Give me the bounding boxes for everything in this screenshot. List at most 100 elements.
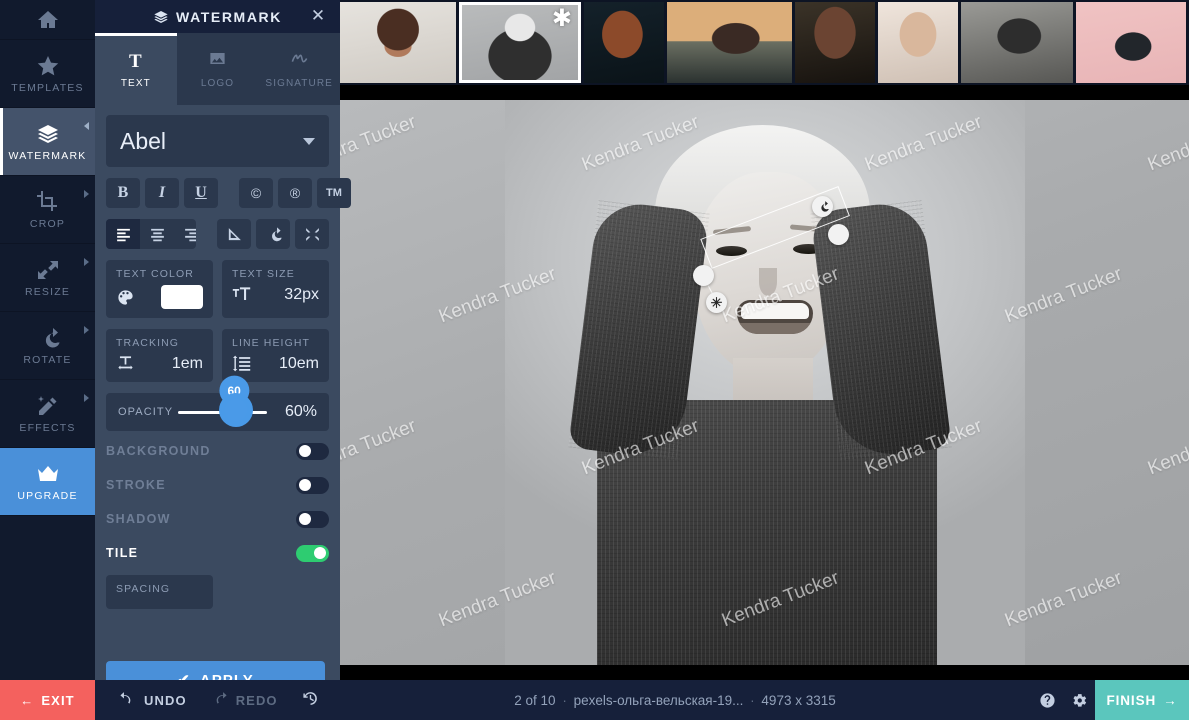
tracking-label: TRACKING — [116, 337, 180, 349]
copyright-button[interactable]: © — [239, 178, 273, 208]
tab-logo[interactable]: LOGO — [176, 33, 259, 105]
signature-icon — [290, 49, 309, 71]
thumbnail-image — [878, 2, 958, 83]
italic-button[interactable]: I — [145, 178, 179, 208]
thumbnail-8[interactable] — [1076, 2, 1186, 83]
exit-button[interactable]: ← EXIT — [0, 680, 95, 720]
registered-button[interactable]: ® — [278, 178, 312, 208]
sidebar-item-resize[interactable]: RESIZE — [0, 244, 95, 312]
thumbnail-badge: ✱ — [551, 5, 572, 32]
watermark-tabs: T TEXT LOGO SIGNATURE — [95, 33, 341, 105]
watermark-text: Kendra Tucker — [340, 415, 419, 480]
skew-button[interactable] — [217, 219, 251, 249]
text-size-card[interactable]: TEXT SIZE 32px — [222, 260, 329, 318]
chevron-right-icon — [84, 394, 89, 402]
line-height-value: 10em — [278, 354, 319, 372]
line-height-label: LINE HEIGHT — [232, 337, 311, 349]
undo-icon — [119, 690, 136, 710]
left-sidebar: TEMPLATES WATERMARK CROP RESIZE ROTATE E… — [0, 0, 95, 680]
thumbnail-4[interactable] — [667, 2, 792, 83]
sidebar-item-watermark[interactable]: WATERMARK — [0, 108, 95, 176]
thumbnail-5[interactable] — [795, 2, 875, 83]
edited-photo[interactable]: Kendra Tucker Kendra Tucker Kendra Tucker K… — [340, 100, 1189, 665]
spacing-label: SPACING — [116, 583, 171, 595]
undo-button[interactable]: UNDO — [119, 690, 187, 710]
close-icon[interactable]: ✕ — [309, 7, 327, 25]
redo-label: REDO — [235, 692, 278, 708]
star-icon — [35, 53, 61, 79]
help-button[interactable] — [1031, 680, 1063, 720]
thumbnail-2[interactable]: ✱ — [459, 2, 581, 83]
tracking-card[interactable]: TRACKING 1em — [106, 329, 213, 382]
opacity-knob[interactable] — [219, 393, 253, 427]
sidebar-item-effects[interactable]: EFFECTS — [0, 380, 95, 448]
image-icon — [208, 49, 227, 71]
trademark-button[interactable]: TM — [317, 178, 351, 208]
align-center-button[interactable] — [140, 219, 174, 249]
text-style-buttons: B I U © ® TM — [106, 178, 351, 208]
thumbnail-6[interactable] — [878, 2, 958, 83]
thumbnail-3[interactable] — [584, 2, 664, 83]
redo-icon — [211, 690, 228, 710]
thumbnail-image — [584, 2, 664, 83]
crop-icon — [35, 189, 61, 215]
panel-body: Abel B I U © ® TM TEXT COLOR TEXT SIZE 3… — [95, 105, 351, 713]
exit-label: EXIT — [41, 692, 75, 708]
sidebar-item-home[interactable] — [0, 0, 95, 40]
sidebar-item-upgrade[interactable]: UPGRADE — [0, 448, 95, 516]
text-color-swatch[interactable] — [161, 285, 203, 309]
toggle-switch-background[interactable] — [296, 442, 329, 460]
rotate-button[interactable] — [256, 219, 290, 249]
thumbnail-image — [961, 2, 1073, 83]
sidebar-item-templates[interactable]: TEMPLATES — [0, 40, 95, 108]
underline-button[interactable]: U — [184, 178, 218, 208]
image-editor-app: TEMPLATES WATERMARK CROP RESIZE ROTATE E… — [0, 0, 1189, 720]
sidebar-item-rotate[interactable]: ROTATE — [0, 312, 95, 380]
palette-icon — [116, 288, 135, 307]
opacity-label: OPACITY — [118, 406, 174, 418]
tab-text[interactable]: T TEXT — [95, 33, 177, 105]
spacing-card[interactable]: SPACING — [106, 575, 213, 609]
thumbnail-filmstrip[interactable]: ✱ — [340, 0, 1189, 85]
watermark-text: Kendra Tucker — [1145, 415, 1189, 480]
bold-button[interactable]: B — [106, 178, 140, 208]
thumbnail-1[interactable] — [340, 2, 456, 83]
thumbnail-7[interactable] — [961, 2, 1073, 83]
arrow-left-icon: ← — [20, 692, 35, 708]
tab-signature[interactable]: SIGNATURE — [258, 33, 341, 105]
shrink-button[interactable] — [295, 219, 329, 249]
align-left-button[interactable] — [106, 219, 140, 249]
finish-button[interactable]: FINISH → — [1095, 680, 1189, 720]
text-color-card[interactable]: TEXT COLOR — [106, 260, 213, 318]
redo-button[interactable]: REDO — [211, 690, 278, 710]
image-canvas[interactable]: Kendra Tucker Kendra Tucker Kendra Tucker K… — [340, 85, 1189, 680]
toggle-tile[interactable]: TILE — [106, 539, 329, 567]
status-separator: · — [750, 692, 755, 708]
toggle-switch-stroke[interactable] — [296, 476, 329, 494]
layers-icon — [153, 9, 169, 25]
history-button[interactable] — [302, 690, 319, 710]
toggle-switch-tile[interactable] — [296, 544, 329, 562]
watermark-text: Kendra Tucker — [1145, 111, 1189, 176]
tracking-value: 1em — [171, 354, 203, 372]
opacity-slider-row[interactable]: OPACITY 60 60% — [106, 369, 329, 431]
chevron-down-icon — [303, 138, 315, 145]
toggle-shadow[interactable]: SHADOW — [106, 505, 329, 533]
toggle-background[interactable]: BACKGROUND — [106, 437, 329, 465]
gear-icon[interactable] — [1063, 680, 1095, 720]
opacity-value: 60% — [284, 403, 317, 420]
font-family-select[interactable]: Abel — [106, 115, 329, 167]
toggle-switch-shadow[interactable] — [296, 510, 329, 528]
chevron-right-icon — [84, 190, 89, 198]
panel-header: WATERMARK ✕ — [95, 0, 340, 33]
status-separator: · — [562, 692, 567, 708]
line-height-card[interactable]: LINE HEIGHT 10em — [222, 329, 329, 382]
align-right-button[interactable] — [174, 219, 196, 249]
toggle-stroke[interactable]: STROKE — [106, 471, 329, 499]
text-size-value: 32px — [284, 285, 319, 303]
resize-icon — [35, 257, 61, 283]
sidebar-label-watermark: WATERMARK — [8, 150, 87, 162]
sidebar-item-crop[interactable]: CROP — [0, 176, 95, 244]
layers-icon — [35, 121, 61, 147]
